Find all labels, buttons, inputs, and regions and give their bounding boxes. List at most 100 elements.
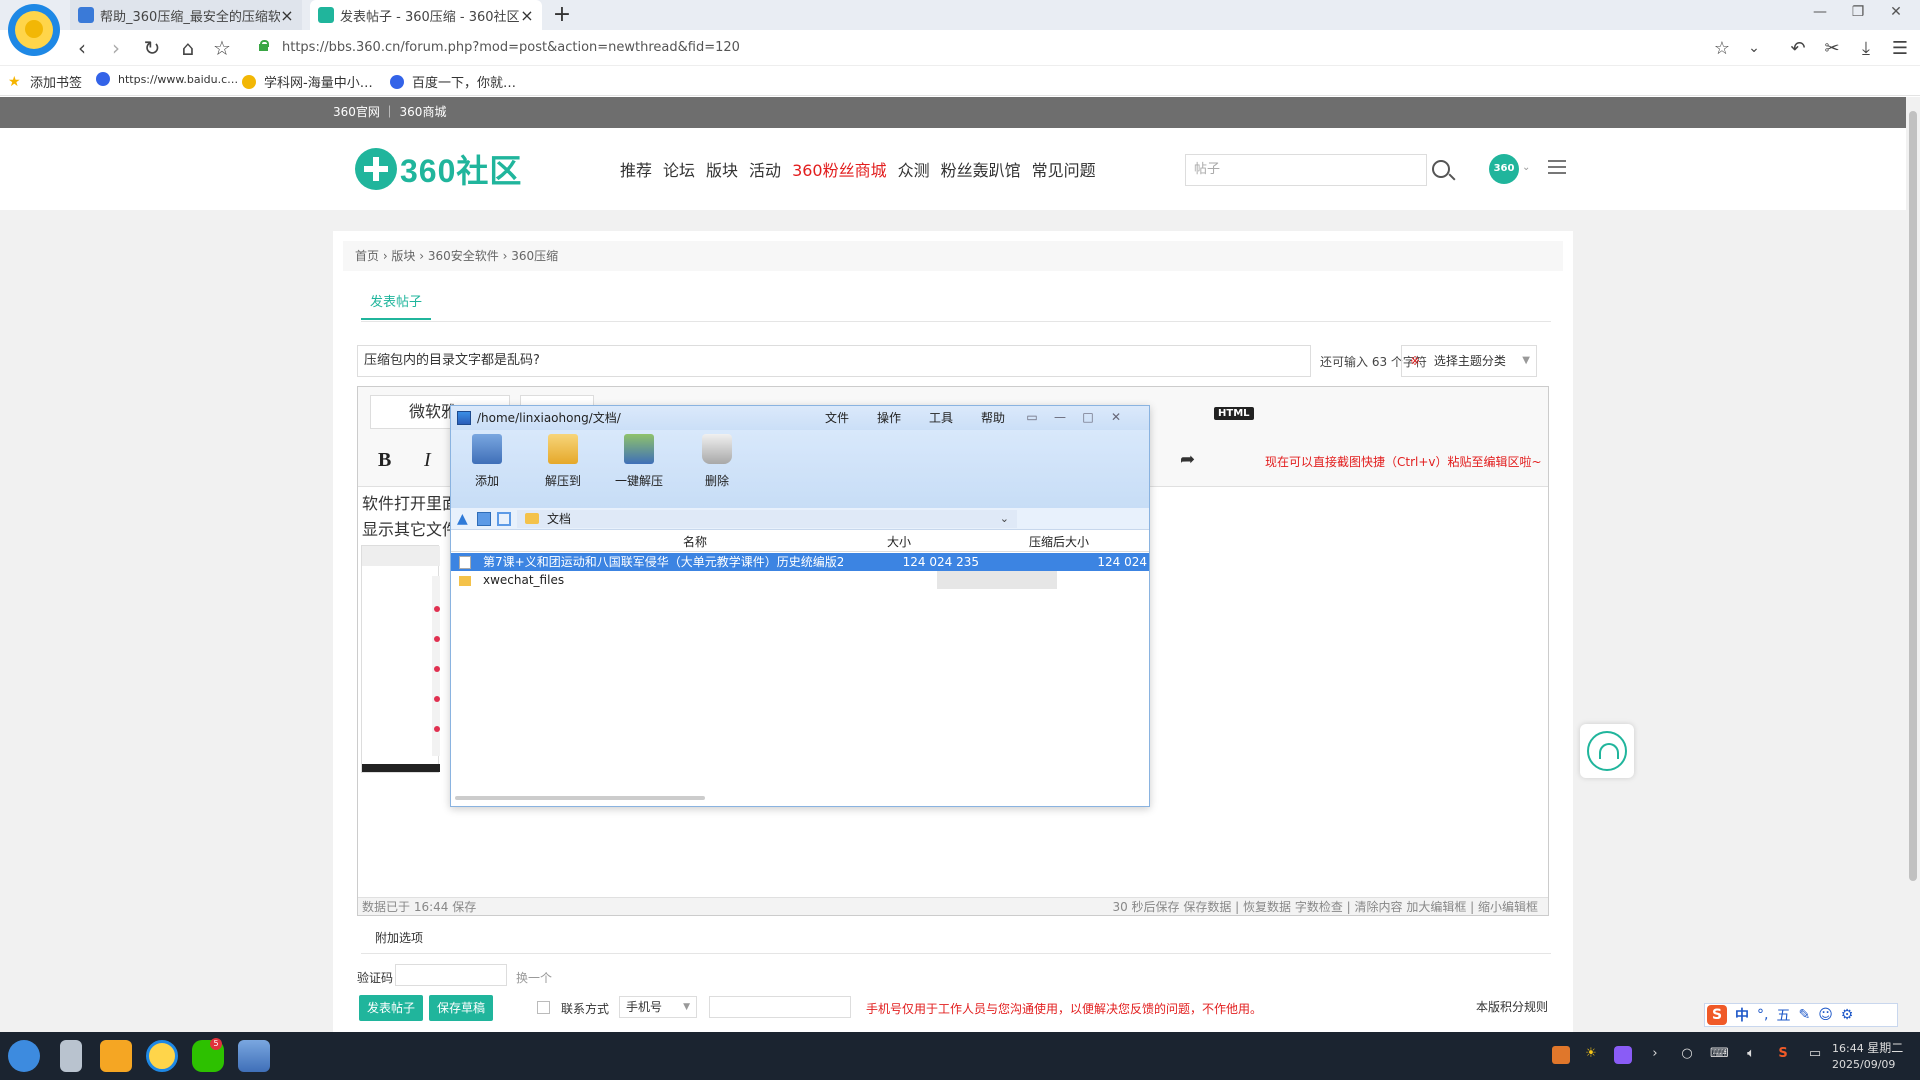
- undo-icon[interactable]: ↶: [1786, 38, 1810, 59]
- nav-faq[interactable]: 常见问题: [1032, 157, 1096, 181]
- nav-crowd-test[interactable]: 众测: [898, 157, 930, 181]
- restore-icon[interactable]: ❐: [1848, 4, 1868, 20]
- italic-button[interactable]: I: [424, 449, 431, 472]
- bookmark-star-icon[interactable]: ☆: [1710, 38, 1734, 59]
- desktop-icon[interactable]: [477, 512, 491, 526]
- browser-tab-post[interactable]: 发表帖子 - 360压缩 - 360社区 ×: [310, 0, 542, 30]
- folder-row[interactable]: xwechat_files: [451, 571, 1149, 589]
- editor-actions[interactable]: 30 秒后保存 保存数据 | 恢复数据 字数检查 | 清除内容 加大编辑框 | …: [1112, 898, 1538, 916]
- ime-wubi[interactable]: 五: [1776, 1005, 1790, 1025]
- tab-new-post[interactable]: 发表帖子: [361, 291, 431, 320]
- captcha-input[interactable]: [395, 964, 507, 986]
- bookmark-xuekewang[interactable]: 学科网-海量中小…: [242, 72, 373, 91]
- tray-expand-icon[interactable]: ›: [1646, 1046, 1664, 1064]
- bookmark-baidu[interactable]: https://www.baidu.c…: [96, 72, 238, 86]
- bookmark-baidu-search[interactable]: 百度一下，你就…: [390, 72, 516, 91]
- hamburger-menu-icon[interactable]: ☰: [1888, 38, 1912, 59]
- chevron-down-icon[interactable]: ⌄: [1742, 40, 1766, 56]
- pasted-screenshot-image[interactable]: [361, 545, 440, 773]
- captcha-refresh-link[interactable]: 换一个: [516, 969, 552, 986]
- notification-icon[interactable]: ▭: [1806, 1046, 1824, 1064]
- contact-type-select[interactable]: 手机号 ▼: [619, 996, 697, 1018]
- search-icon[interactable]: [1432, 160, 1450, 178]
- favorite-star-icon[interactable]: ☆: [210, 36, 234, 60]
- back-icon[interactable]: ‹: [70, 36, 94, 60]
- tray-app-icon[interactable]: [1552, 1046, 1570, 1064]
- close-icon[interactable]: ✕: [1107, 408, 1125, 426]
- browser-taskbar-icon[interactable]: [146, 1040, 178, 1072]
- chevron-down-icon[interactable]: ⌄: [1522, 162, 1530, 173]
- community-logo-icon[interactable]: [355, 148, 397, 190]
- site-search-input[interactable]: 帖子: [1185, 154, 1427, 186]
- archive-title-bar[interactable]: /home/linxiaohong/文档/ 文件 操作 工具 帮助 ▭ — □ …: [451, 406, 1149, 430]
- page-scrollbar[interactable]: [1906, 97, 1920, 1032]
- reload-icon[interactable]: ↻: [140, 36, 164, 60]
- skin-icon[interactable]: ☺: [1818, 1007, 1833, 1023]
- menu-tools[interactable]: 工具: [929, 406, 953, 430]
- archive-taskbar-icon[interactable]: [238, 1040, 270, 1072]
- save-draft-button[interactable]: 保存草稿: [429, 995, 493, 1021]
- nav-forum[interactable]: 论坛: [663, 157, 695, 181]
- breadcrumb[interactable]: 首页 › 版块 › 360安全软件 › 360压缩: [343, 241, 1563, 271]
- phone-number-input[interactable]: [709, 996, 851, 1018]
- feedback-icon[interactable]: ▭: [1023, 408, 1041, 426]
- close-icon[interactable]: ×: [520, 6, 534, 25]
- nav-fan-party[interactable]: 粉丝轰趴馆: [941, 157, 1021, 181]
- new-tab-icon[interactable]: +: [550, 2, 574, 27]
- ime-tray-icon[interactable]: S: [1774, 1046, 1792, 1064]
- nav-events[interactable]: 活动: [749, 157, 781, 181]
- browser-logo-icon[interactable]: [8, 4, 60, 56]
- bold-button[interactable]: B: [378, 449, 391, 472]
- pen-icon[interactable]: ✎: [1798, 1007, 1810, 1023]
- network-icon[interactable]: ⌨: [1710, 1046, 1729, 1064]
- list-menu-icon[interactable]: [1548, 160, 1566, 174]
- app-launcher-icon[interactable]: [100, 1040, 132, 1072]
- scissors-icon[interactable]: ✂: [1820, 38, 1844, 59]
- one-click-extract-button[interactable]: 一键解压: [609, 434, 669, 489]
- contact-checkbox[interactable]: [537, 1001, 550, 1014]
- col-compressed-size[interactable]: 压缩后大小: [1029, 532, 1089, 552]
- submit-post-button[interactable]: 发表帖子: [359, 995, 423, 1021]
- bookmark-add[interactable]: ★ 添加书签: [8, 72, 82, 92]
- col-name[interactable]: 名称: [683, 532, 707, 552]
- menu-help[interactable]: 帮助: [981, 406, 1005, 430]
- menu-file[interactable]: 文件: [825, 406, 849, 430]
- url-field[interactable]: https://bbs.360.cn/forum.php?mod=post&ac…: [282, 40, 740, 55]
- download-icon[interactable]: ⤓: [1854, 38, 1878, 59]
- window-close-icon[interactable]: ✕: [1886, 4, 1906, 20]
- minimize-icon[interactable]: —: [1810, 4, 1830, 20]
- add-button[interactable]: 添加: [457, 434, 517, 489]
- ime-punctuation[interactable]: °,: [1757, 1007, 1768, 1023]
- nav-recommend[interactable]: 推荐: [620, 157, 652, 181]
- clock[interactable]: 16:44 星期二 2025/09/09: [1832, 1040, 1903, 1073]
- ime-mode-chinese[interactable]: 中: [1735, 1005, 1749, 1025]
- redo-icon[interactable]: ➦: [1180, 449, 1195, 470]
- file-row[interactable]: 第7课+义和团运动和八国联军侵华（大单元教学课件）历史统编版2024八年级上… …: [451, 553, 1149, 571]
- settings-gear-icon[interactable]: ⚙: [1841, 1007, 1854, 1023]
- topic-category-select[interactable]: ※ 选择主题分类 ▼: [1401, 345, 1537, 377]
- post-title-input[interactable]: 压缩包内的目录文字都是乱码?: [357, 345, 1311, 377]
- up-arrow-icon[interactable]: ▲: [457, 512, 471, 526]
- maximize-icon[interactable]: □: [1079, 408, 1097, 426]
- html-mode-button[interactable]: HTML: [1214, 407, 1254, 420]
- archive-location-select[interactable]: 文档 ⌄: [517, 510, 1017, 528]
- customer-support-icon[interactable]: [1580, 724, 1634, 778]
- avatar[interactable]: 360: [1489, 154, 1519, 184]
- col-size[interactable]: 大小: [887, 532, 911, 552]
- delete-button[interactable]: 删除: [687, 434, 747, 489]
- start-menu-icon[interactable]: [8, 1040, 40, 1072]
- community-logo-text[interactable]: 360社区: [400, 146, 522, 192]
- sogou-logo-icon[interactable]: S: [1707, 1005, 1727, 1025]
- minimize-icon[interactable]: —: [1051, 408, 1069, 426]
- weather-icon[interactable]: ☀: [1582, 1046, 1600, 1064]
- close-icon[interactable]: ×: [280, 6, 294, 25]
- menu-operation[interactable]: 操作: [877, 406, 901, 430]
- grid-view-icon[interactable]: [497, 512, 511, 526]
- extra-options-toggle[interactable]: 附加选项: [375, 929, 423, 946]
- tray-capture-icon[interactable]: [1614, 1046, 1632, 1064]
- file-manager-icon[interactable]: [60, 1040, 82, 1072]
- editor-body[interactable]: 软件打开里面 显示其它文件: [362, 491, 458, 543]
- points-rules-link[interactable]: 本版积分规则: [1476, 998, 1548, 1015]
- search-icon[interactable]: ○: [1678, 1046, 1696, 1064]
- forward-icon[interactable]: ›: [104, 36, 128, 60]
